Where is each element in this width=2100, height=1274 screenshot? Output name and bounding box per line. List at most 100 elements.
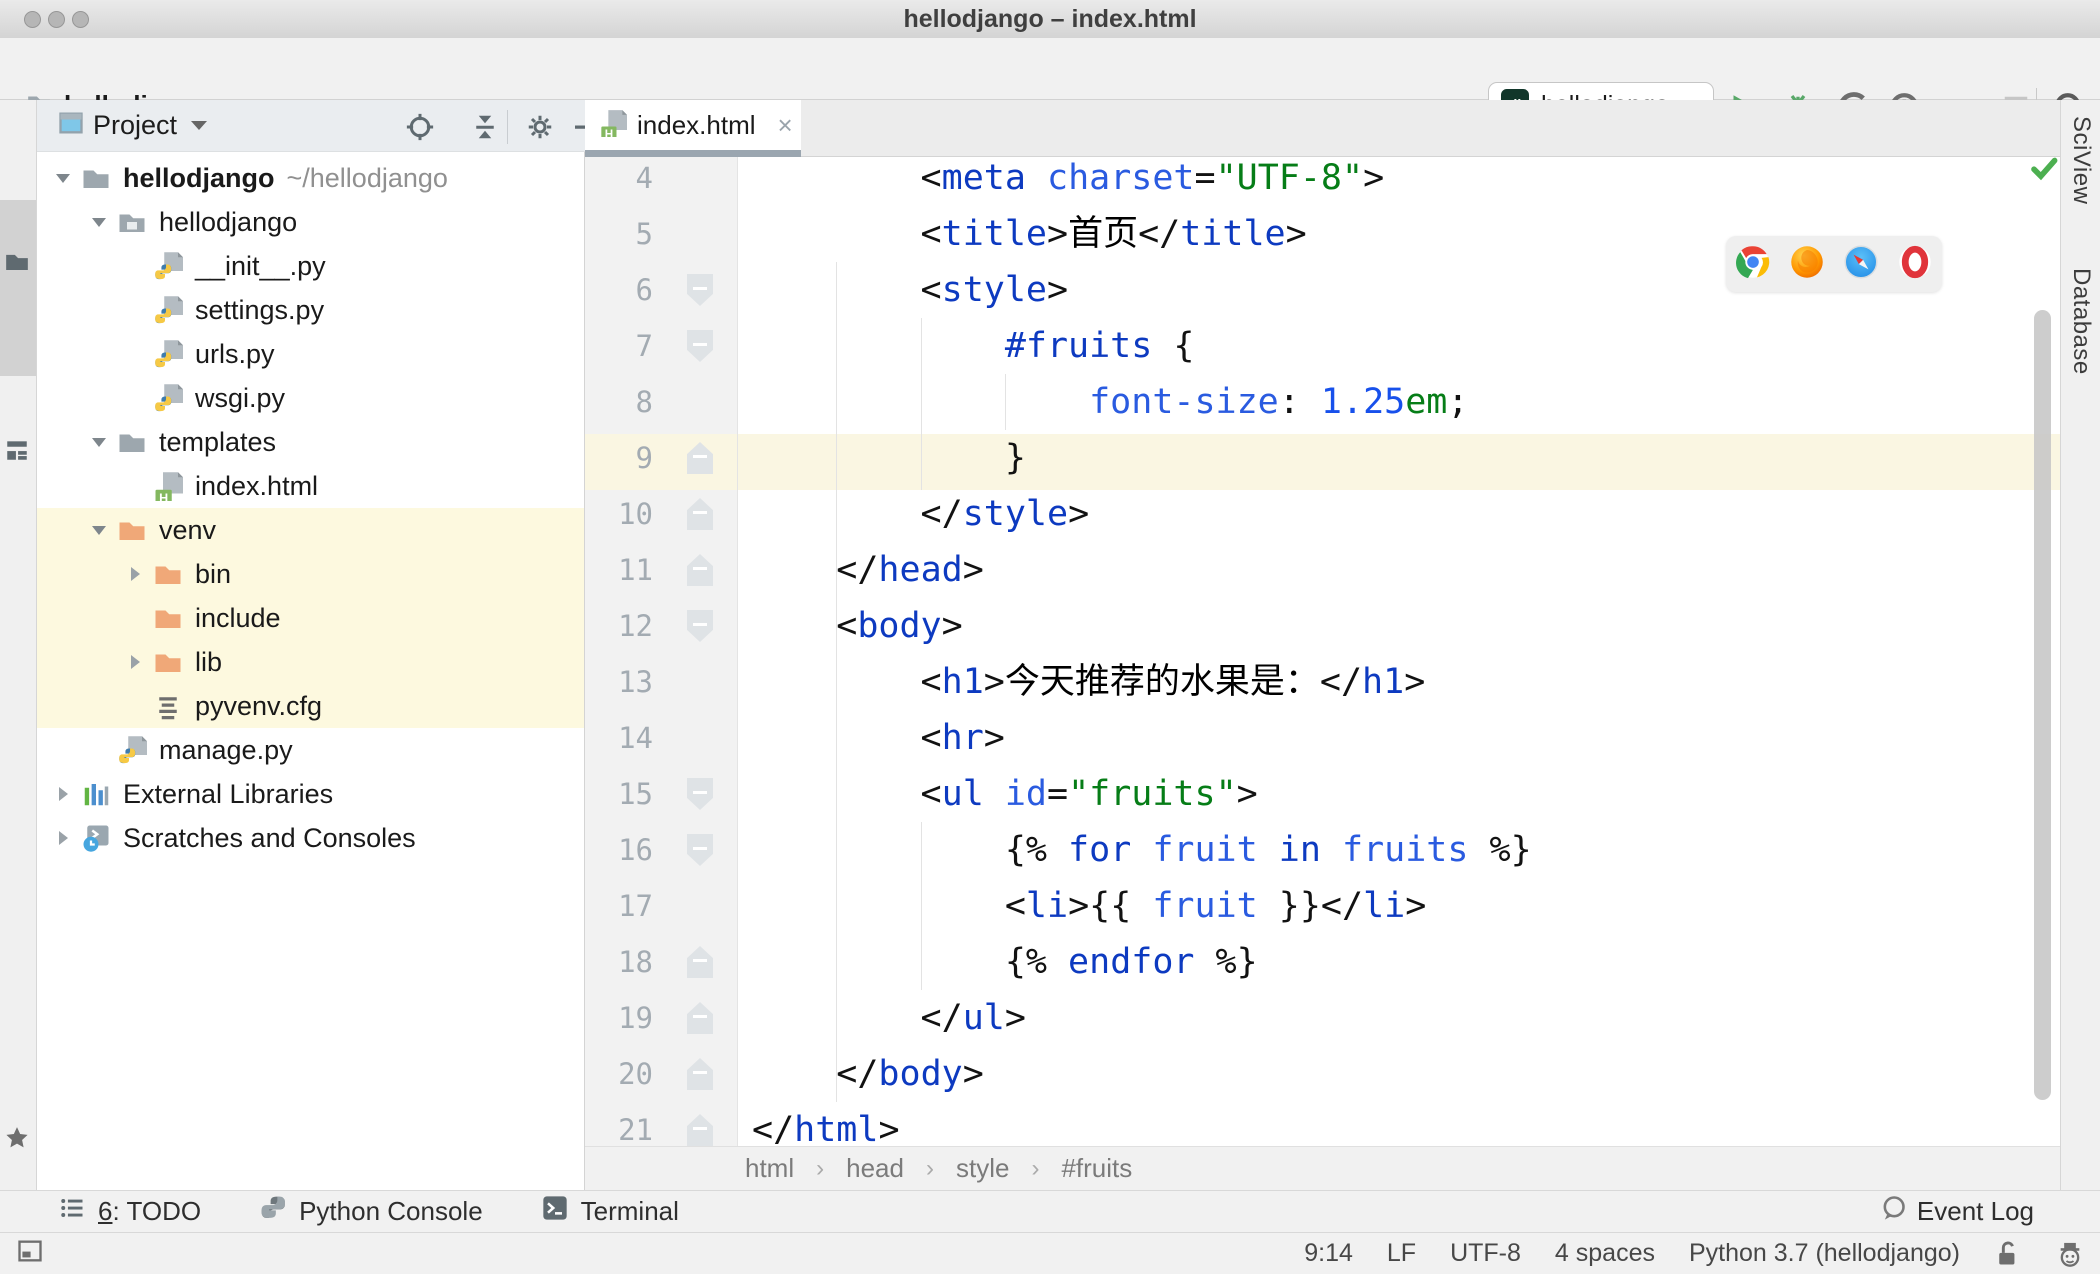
unlock-icon[interactable] [1994, 1240, 2022, 1268]
folder-pkg-icon [117, 207, 147, 237]
project-panel-title[interactable]: Project [93, 110, 177, 141]
tree-item-label: manage.py [159, 734, 293, 765]
line-number: 17 [618, 889, 653, 923]
inspections-ok-icon[interactable] [2029, 157, 2059, 183]
tree-item-templates[interactable]: templates [37, 420, 584, 464]
editor-tab-strip [585, 100, 2060, 157]
locate-icon[interactable] [405, 112, 435, 142]
open-in-firefox-icon[interactable] [1789, 244, 1825, 285]
tree-item-wsgi-py[interactable]: wsgi.py [37, 376, 584, 420]
chevron-expanded-icon[interactable] [51, 166, 75, 190]
folder-ex-icon [153, 559, 183, 589]
tree-item-scratches-and-consoles[interactable]: Scratches and Consoles [37, 816, 584, 860]
collapse-all-icon[interactable] [470, 112, 500, 142]
tree-item-external-libraries[interactable]: External Libraries [37, 772, 584, 816]
tool-button-python-console[interactable]: Python Console [259, 1194, 483, 1229]
line-number: 15 [618, 777, 653, 811]
line-number: 20 [618, 1057, 653, 1091]
code-line-18: {% endfor %} [1004, 942, 1258, 982]
tree-item-bin[interactable]: bin [37, 552, 584, 596]
tree-item-label: pyvenv.cfg [195, 690, 323, 721]
tree-item-urls-py[interactable]: urls.py [37, 332, 584, 376]
tree-item-hellodjango[interactable]: hellodjango [37, 200, 584, 244]
tool-button-sciview[interactable]: SciView [2067, 116, 2100, 204]
tree-item-manage-py[interactable]: manage.py [37, 728, 584, 772]
code-line-6: <style> [920, 270, 1069, 310]
tree-item-settings-py[interactable]: settings.py [37, 288, 584, 332]
py-icon [153, 251, 183, 281]
chevron-expanded-icon[interactable] [87, 518, 111, 542]
tree-item-index-html[interactable]: Hindex.html [37, 464, 584, 508]
project-panel-header: Project [37, 100, 585, 152]
status-segment-lf[interactable]: LF [1387, 1239, 1416, 1268]
editor-scrollbar[interactable] [2034, 310, 2051, 1100]
toggle-tool-windows-icon[interactable] [16, 1237, 44, 1270]
tree-item-lib[interactable]: lib [37, 640, 584, 684]
tool-button-database[interactable]: Database [2067, 268, 2100, 375]
browser-preview-popup [1726, 236, 1942, 292]
breadcrumb-separator: › [1031, 1154, 1040, 1182]
tree-item-hellodjango[interactable]: hellodjango ~/hellodjango [37, 156, 584, 200]
code-line-12: <body> [836, 606, 963, 646]
status-segment-python-3-7-hellodjango-[interactable]: Python 3.7 (hellodjango) [1689, 1239, 1960, 1268]
tree-item-include[interactable]: include [37, 596, 584, 640]
code-editor[interactable]: 4 <meta charset="UTF-8"> 5 <title>首页</title… [585, 157, 2060, 1146]
tool-button-6-todo[interactable]: 6: TODO [58, 1194, 201, 1229]
window-title: hellodjango – index.html [903, 5, 1197, 33]
hector-icon[interactable] [2056, 1240, 2084, 1268]
svg-text:H: H [605, 128, 613, 137]
py-icon [153, 339, 183, 369]
tree-item-label: include [195, 602, 281, 633]
tree-item-venv[interactable]: venv [37, 508, 584, 552]
chevron-collapsed-icon[interactable] [123, 650, 147, 674]
stripe-structure-icon [3, 438, 31, 464]
tab-index-html[interactable]: H index.html × [585, 100, 801, 150]
code-line-20: </body> [836, 1054, 984, 1094]
chevron-collapsed-icon[interactable] [51, 782, 75, 806]
breadcrumb-item-style[interactable]: style [956, 1153, 1009, 1184]
python-gray-icon [259, 1194, 287, 1229]
py-icon [117, 735, 147, 765]
chevron-expanded-icon[interactable] [87, 210, 111, 234]
status-segment-4-spaces[interactable]: 4 spaces [1555, 1239, 1655, 1268]
status-segment-9-14[interactable]: 9:14 [1304, 1239, 1353, 1268]
settings-icon[interactable] [525, 112, 555, 142]
tree-item-label: settings.py [195, 294, 325, 325]
active-tab-underline [585, 150, 801, 157]
open-in-chrome-icon[interactable] [1735, 244, 1771, 285]
tool-button-terminal[interactable]: Terminal [541, 1194, 679, 1229]
breadcrumb-item-html[interactable]: html [745, 1153, 794, 1184]
event-log-button[interactable]: Event Log [1879, 1190, 2034, 1232]
tree-item-path: ~/hellodjango [286, 162, 448, 193]
gutter-separator [737, 157, 738, 1146]
caret-line-highlight [585, 434, 2060, 490]
breadcrumb-item-fruits[interactable]: #fruits [1061, 1153, 1132, 1184]
line-number: 5 [635, 217, 653, 251]
tree-item-label: venv [159, 514, 217, 545]
extlib-icon [81, 779, 111, 809]
open-in-safari-icon[interactable] [1843, 244, 1879, 285]
tree-item-__init__-py[interactable]: __init__.py [37, 244, 584, 288]
chevron-collapsed-icon[interactable] [123, 562, 147, 586]
chevron-collapsed-icon[interactable] [51, 826, 75, 850]
line-number: 8 [635, 385, 653, 419]
balloon-icon [1879, 1194, 1907, 1229]
folder-icon [81, 163, 111, 193]
indent-guide [1004, 374, 1006, 430]
code-line-21: </html> [752, 1110, 900, 1146]
open-in-opera-icon[interactable] [1897, 244, 1933, 285]
code-line-11: </head> [836, 550, 984, 590]
code-line-7: #fruits { [1004, 326, 1195, 366]
tree-item-label: index.html [195, 470, 319, 501]
close-tab-icon[interactable]: × [778, 112, 793, 138]
project-tool-window: hellodjango ~/hellodjango hellodjango __ini… [37, 100, 585, 1190]
stripe-project-icon [3, 248, 31, 274]
tab-label: index.html [637, 109, 756, 140]
tree-item-pyvenv-cfg[interactable]: pyvenv.cfg [37, 684, 584, 728]
tree-item-label: bin [195, 558, 232, 589]
chevron-expanded-icon[interactable] [87, 430, 111, 454]
scratch-icon [81, 823, 111, 853]
breadcrumb-item-head[interactable]: head [846, 1153, 904, 1184]
tree-item-label: wsgi.py [195, 382, 286, 413]
status-segment-utf-8[interactable]: UTF-8 [1450, 1239, 1521, 1268]
